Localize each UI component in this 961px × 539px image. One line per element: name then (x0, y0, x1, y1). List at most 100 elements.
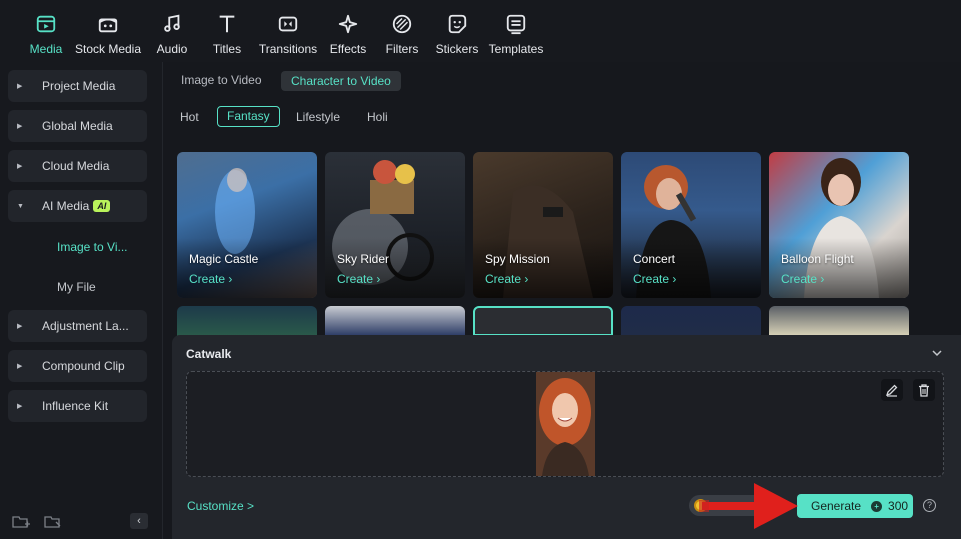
create-link[interactable]: Create › (337, 272, 380, 286)
sidebar: ▶ Project Media ▶ Global Media ▶ Cloud M… (0, 62, 163, 539)
category-holi[interactable]: Holi (367, 110, 388, 124)
panel-title: Catwalk (186, 347, 232, 361)
import-folder-icon[interactable] (44, 515, 62, 529)
templates-icon (504, 12, 528, 36)
sidebar-item-project-media[interactable]: ▶ Project Media (8, 70, 147, 102)
tab-image-to-video[interactable]: Image to Video (181, 73, 262, 87)
category-lifestyle[interactable]: Lifestyle (296, 110, 340, 124)
create-link[interactable]: Create › (189, 272, 232, 286)
catwalk-panel: Catwalk Customize > Generate + 300 ? (172, 335, 961, 539)
expand-arrow-icon: ▶ (17, 323, 23, 330)
toolbar-filters[interactable]: Filters (383, 12, 421, 58)
title-t-icon (215, 12, 239, 36)
edit-button[interactable] (881, 379, 903, 401)
generate-button[interactable]: Generate + 300 (797, 494, 913, 518)
template-card-partial[interactable] (621, 306, 761, 336)
card-title: Magic Castle (189, 252, 259, 266)
new-folder-icon[interactable] (12, 515, 30, 529)
sidebar-item-label: Cloud Media (42, 159, 110, 173)
tab-character-to-video[interactable]: Character to Video (281, 71, 401, 91)
card-shade (621, 238, 761, 298)
template-card[interactable]: Spy Mission Create › (473, 152, 613, 298)
music-note-icon (160, 12, 184, 36)
uploaded-character-image (536, 372, 595, 476)
expand-arrow-icon: ▶ (17, 163, 23, 170)
expand-arrow-icon: ▶ (17, 83, 23, 90)
toolbar-stock-media[interactable]: Stock Media (72, 12, 144, 58)
toolbar-media-label: Media (29, 42, 63, 56)
credit-coin-icon: + (871, 500, 883, 512)
category-fantasy[interactable]: Fantasy (217, 106, 280, 127)
top-toolbar: Media Stock Media Audio Titles Transitio… (0, 0, 961, 62)
toolbar-stickers[interactable]: Stickers (435, 12, 479, 58)
card-title: Balloon Flight (781, 252, 854, 266)
sidebar-item-label: AI Media (42, 199, 90, 213)
toolbar-audio-label: Audio (156, 42, 188, 56)
create-link[interactable]: Create › (485, 272, 528, 286)
card-shade (325, 238, 465, 298)
category-hot[interactable]: Hot (180, 110, 199, 124)
create-label: Create (337, 272, 374, 286)
sidebar-item-ai-label-wrap: AI Media AI (42, 199, 111, 213)
stock-media-icon (96, 12, 120, 36)
toolbar-stock-media-label: Stock Media (74, 42, 142, 56)
credit-count: 300 (888, 499, 909, 513)
sidebar-subitem-my-file[interactable]: My File (57, 280, 96, 294)
filters-icon (390, 12, 414, 36)
card-title: Spy Mission (485, 252, 550, 266)
template-card[interactable]: Sky Rider Create › (325, 152, 465, 298)
chevron-left-icon: ‹ (137, 515, 141, 527)
effects-sparkle-icon (336, 12, 360, 36)
template-card-partial[interactable] (325, 306, 465, 336)
create-label: Create (189, 272, 226, 286)
card-title: Sky Rider (337, 252, 390, 266)
create-link[interactable]: Create › (781, 272, 824, 286)
ai-badge: AI (93, 200, 111, 212)
create-label: Create (485, 272, 522, 286)
collapse-arrow-icon: ▼ (17, 202, 24, 210)
sidebar-item-cloud-media[interactable]: ▶ Cloud Media (8, 150, 147, 182)
template-card[interactable]: Balloon Flight Create › (769, 152, 909, 298)
card-shade (177, 238, 317, 298)
template-card[interactable]: Concert Create › (621, 152, 761, 298)
transitions-icon (276, 12, 300, 36)
toolbar-transitions[interactable]: Transitions (257, 12, 319, 58)
sidebar-subitem-image-to-video[interactable]: Image to Vi... (57, 240, 127, 254)
template-card-partial-selected[interactable] (473, 306, 613, 336)
card-shade (769, 238, 909, 298)
sidebar-item-label: Global Media (42, 119, 113, 133)
chevron-down-icon[interactable] (931, 347, 943, 359)
create-label: Create (633, 272, 670, 286)
sidebar-item-influence-kit[interactable]: ▶ Influence Kit (8, 390, 147, 422)
trash-icon (919, 384, 929, 397)
media-icon (34, 12, 58, 36)
template-card[interactable]: Magic Castle Create › (177, 152, 317, 298)
template-card-partial[interactable] (177, 306, 317, 336)
upload-drop-area[interactable] (186, 371, 944, 477)
toolbar-titles-label: Titles (212, 42, 242, 56)
toolbar-transitions-label: Transitions (258, 42, 318, 56)
template-card-partial[interactable] (769, 306, 909, 336)
sidebar-item-ai-media[interactable]: ▼ AI Media AI (8, 190, 147, 222)
toolbar-audio[interactable]: Audio (152, 12, 192, 58)
sidebar-item-adjustment-layer[interactable]: ▶ Adjustment La... (8, 310, 147, 342)
help-icon[interactable]: ? (923, 499, 936, 512)
toolbar-effects-label: Effects (329, 42, 367, 56)
create-label: Create (781, 272, 818, 286)
sidebar-item-global-media[interactable]: ▶ Global Media (8, 110, 147, 142)
expand-arrow-icon: ▶ (17, 363, 23, 370)
collapse-sidebar-button[interactable]: ‹ (130, 513, 148, 529)
toolbar-titles[interactable]: Titles (207, 12, 247, 58)
red-arrow-icon (699, 483, 798, 529)
toolbar-filters-label: Filters (385, 42, 419, 56)
card-title: Concert (633, 252, 676, 266)
toolbar-effects[interactable]: Effects (327, 12, 369, 58)
customize-link[interactable]: Customize > (187, 499, 254, 513)
sidebar-item-compound-clip[interactable]: ▶ Compound Clip (8, 350, 147, 382)
create-link[interactable]: Create › (633, 272, 676, 286)
sticker-icon (445, 12, 469, 36)
expand-arrow-icon: ▶ (17, 403, 23, 410)
toolbar-templates[interactable]: Templates (486, 12, 546, 58)
delete-button[interactable] (913, 379, 935, 401)
toolbar-media[interactable]: Media (24, 12, 68, 58)
